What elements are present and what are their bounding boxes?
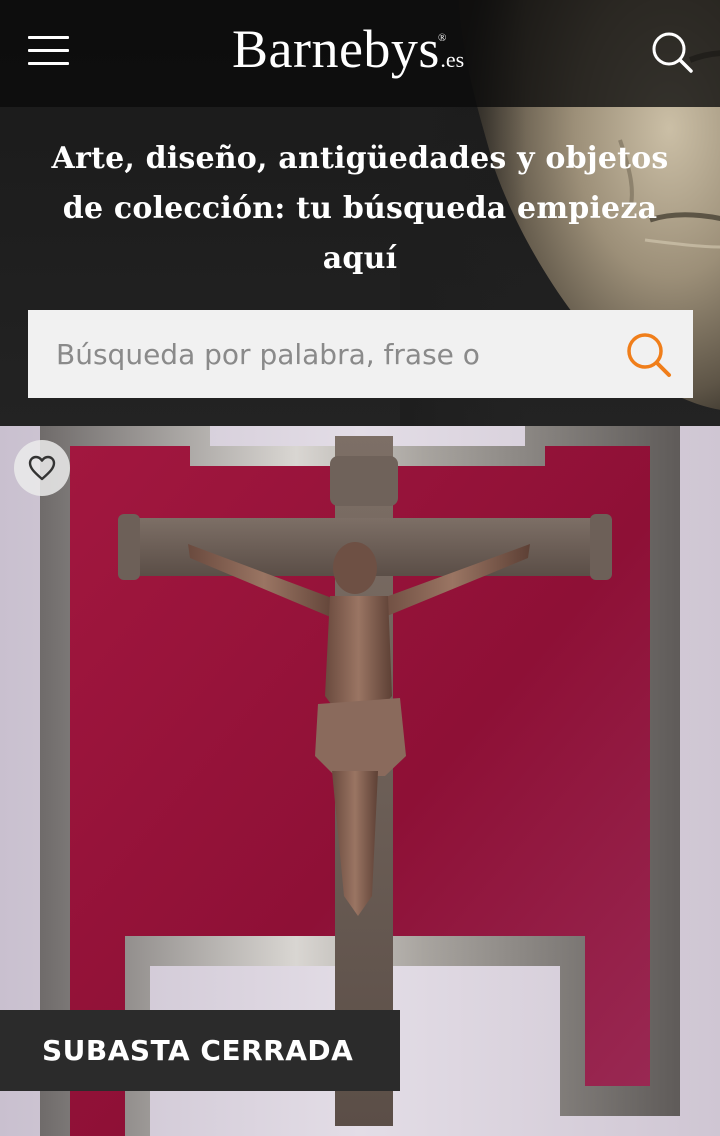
auction-status-badge: SUBASTA CERRADA [0,1010,400,1091]
favorite-button[interactable] [14,440,70,496]
heart-outline-icon [28,455,56,481]
menu-line [28,36,69,39]
hero-headline: Arte, diseño, antigüedades y objetos de … [51,141,669,276]
search-submit-icon[interactable] [624,330,674,380]
search-icon[interactable] [648,28,696,76]
barnebys-logo[interactable]: Barnebys® .es [232,14,464,84]
hamburger-menu-icon[interactable] [22,24,76,76]
logo-tld: .es [440,47,465,72]
search-input[interactable] [28,310,608,398]
lot-card[interactable]: SUBASTA CERRADA [0,426,720,1136]
hero-section: Barnebys® .es Arte, diseño, antigüedades … [0,0,720,426]
menu-line [28,62,69,65]
logo-registered-mark: ® [437,32,447,44]
search-bar [28,310,693,398]
top-navigation-bar: Barnebys® .es [0,0,720,107]
menu-line [28,49,69,52]
logo-name: Barnebys [232,19,440,79]
